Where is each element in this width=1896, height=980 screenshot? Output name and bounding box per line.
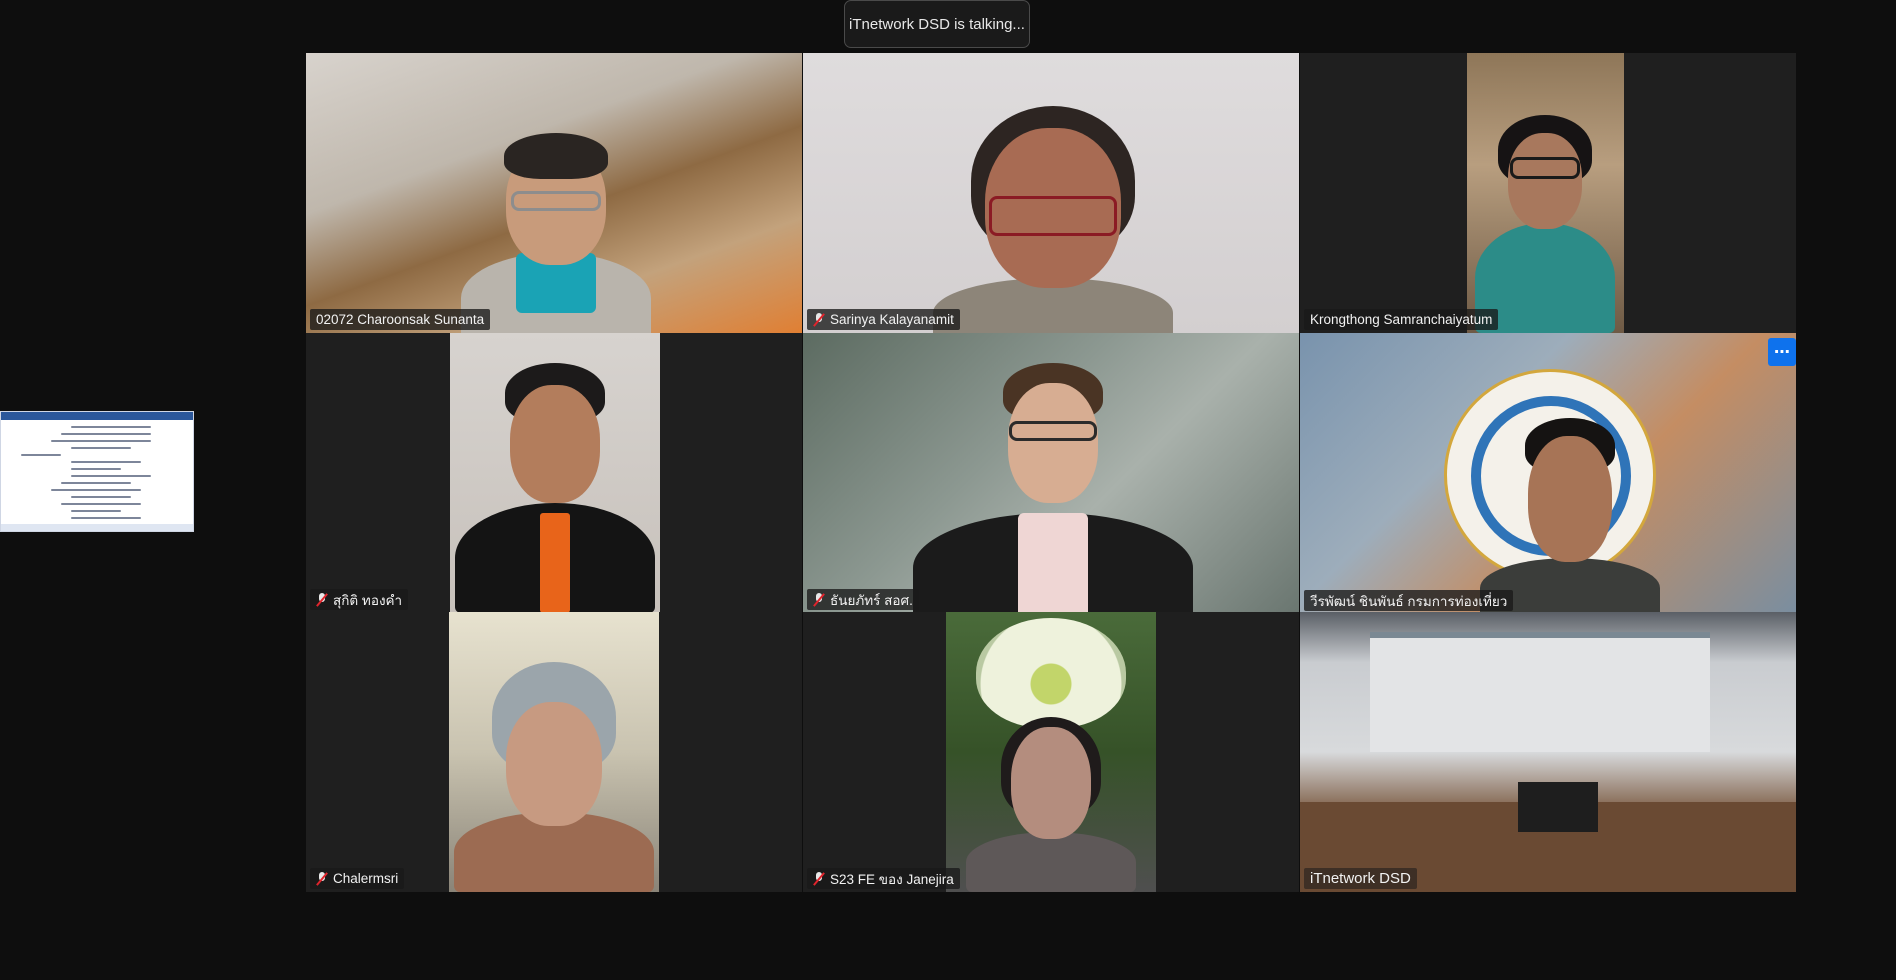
taskbar — [1, 524, 193, 531]
video-tile[interactable]: 02072 Charoonsak Sunanta — [306, 53, 802, 333]
participant-video — [450, 333, 660, 613]
participant-name: ธันยภัทร์ สอศ. — [807, 589, 919, 610]
video-tile[interactable]: ธันยภัทร์ สอศ. — [803, 333, 1299, 613]
participant-name-text: S23 FE ของ Janejira — [830, 871, 954, 887]
participant-name-text: วีรพัฒน์ ชินพันธ์ กรมการท่องเที่ยว — [1310, 593, 1508, 609]
video-tile-active-speaker[interactable]: Sarinya Kalayanamit — [803, 53, 1299, 333]
document-ribbon — [1, 412, 193, 420]
mic-muted-icon — [813, 312, 825, 327]
video-tile[interactable]: สุกิติ ทองคำ — [306, 333, 802, 613]
participant-name: 02072 Charoonsak Sunanta — [310, 309, 491, 330]
meeting-window: iTnetwork DSD is talking... 02072 Charoo… — [0, 0, 1896, 980]
more-options-button[interactable]: ⋯ — [1768, 338, 1796, 366]
participant-name-text: ธันยภัทร์ สอศ. — [830, 592, 913, 608]
video-grid: 02072 Charoonsak Sunanta Sarinya Kalayan… — [306, 53, 1796, 892]
participant-name-text: สุกิติ ทองคำ — [333, 592, 403, 608]
participant-name: สุกิติ ทองคำ — [310, 589, 409, 610]
monitor — [1518, 782, 1598, 832]
mic-muted-icon — [813, 592, 825, 607]
participant-video — [306, 53, 802, 333]
participant-video — [1300, 333, 1796, 613]
participant-name: Chalermsri — [310, 868, 405, 889]
video-tile[interactable]: iTnetwork DSD — [1300, 612, 1796, 892]
mic-muted-icon — [813, 871, 825, 886]
participant-name: Sarinya Kalayanamit — [807, 309, 960, 330]
mic-muted-icon — [316, 592, 328, 607]
participant-name: S23 FE ของ Janejira — [807, 868, 960, 889]
participant-name-text: iTnetwork DSD — [1310, 870, 1411, 887]
video-tile[interactable]: Chalermsri — [306, 612, 802, 892]
participant-video — [449, 612, 659, 892]
participant-name: iTnetwork DSD — [1304, 868, 1417, 889]
video-tile[interactable]: S23 FE ของ Janejira — [803, 612, 1299, 892]
participant-name: Krongthong Samranchaiyatum — [1304, 309, 1499, 330]
participant-video — [803, 53, 1299, 333]
participant-name-text: Chalermsri — [333, 871, 399, 886]
participant-video — [803, 333, 1299, 613]
participant-name: วีรพัฒน์ ชินพันธ์ กรมการท่องเที่ยว — [1304, 590, 1514, 611]
video-tile[interactable]: ⋯ วีรพัฒน์ ชินพันธ์ กรมการท่องเที่ยว — [1300, 333, 1796, 613]
wall-banner — [1370, 632, 1710, 752]
participant-name-text: Krongthong Samranchaiyatum — [1310, 312, 1493, 327]
participant-video — [1300, 612, 1796, 892]
participant-name-text: 02072 Charoonsak Sunanta — [316, 312, 485, 327]
video-tile[interactable]: Krongthong Samranchaiyatum — [1300, 53, 1796, 333]
participant-name-text: Sarinya Kalayanamit — [830, 312, 954, 327]
talking-indicator: iTnetwork DSD is talking... — [844, 0, 1030, 48]
participant-video — [1467, 53, 1624, 333]
participant-video — [946, 612, 1156, 892]
shared-screen-thumbnail[interactable] — [0, 411, 194, 532]
mic-muted-icon — [316, 871, 328, 886]
lotus-flower — [976, 618, 1126, 728]
